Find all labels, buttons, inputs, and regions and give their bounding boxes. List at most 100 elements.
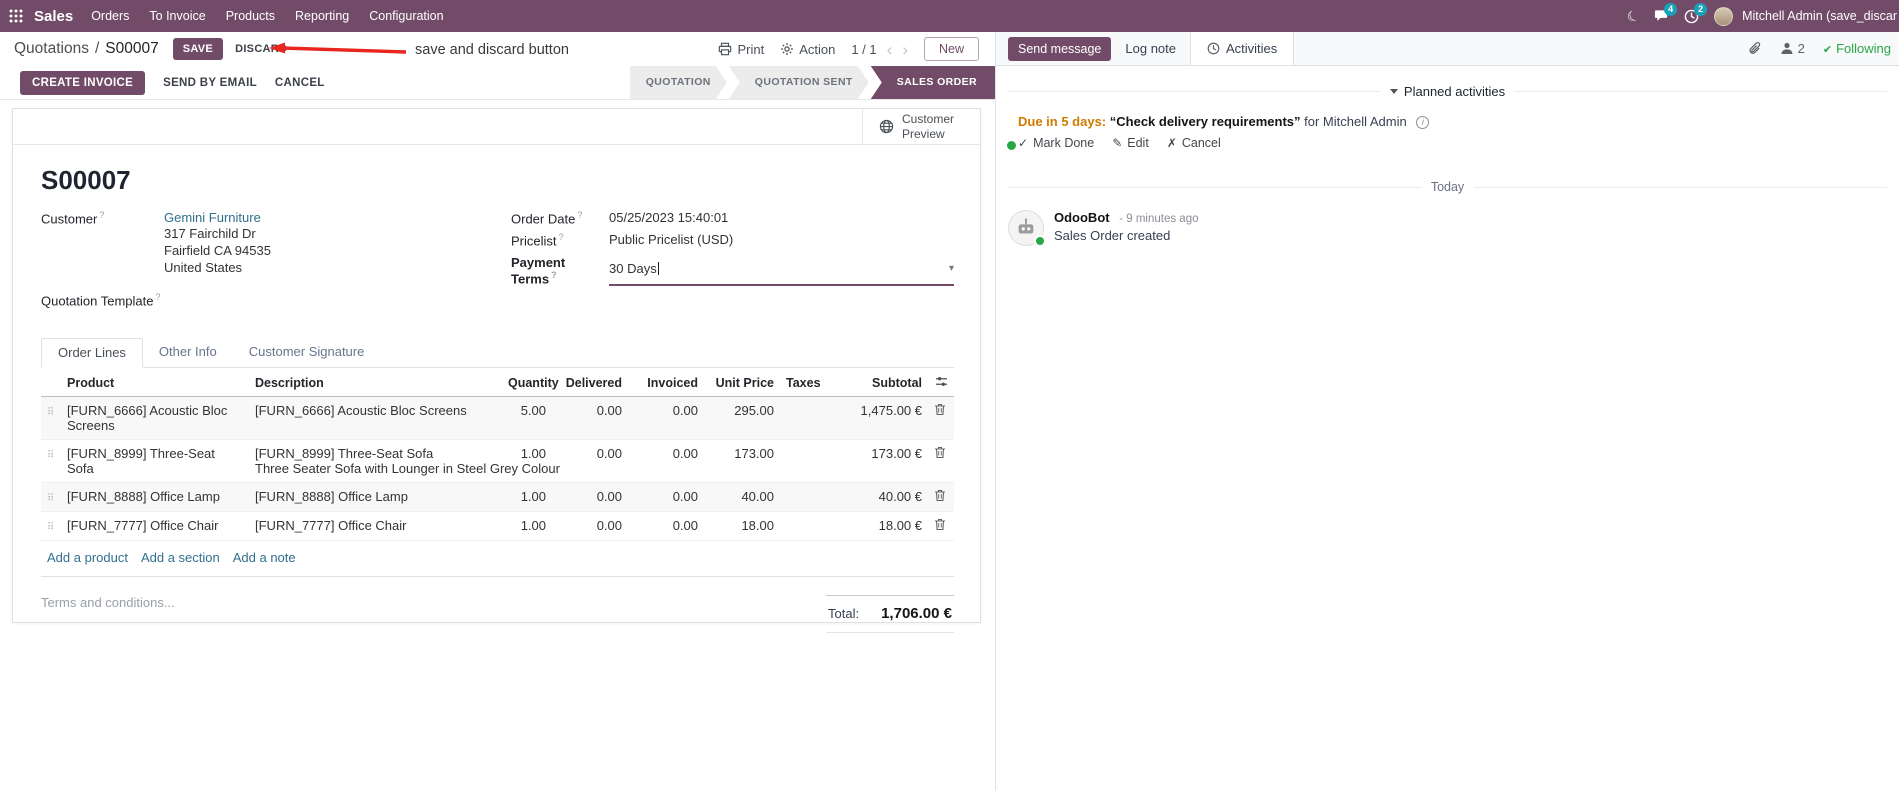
app-name-menu[interactable]: Sales bbox=[32, 8, 81, 25]
delete-row-icon[interactable] bbox=[934, 518, 946, 531]
breadcrumb-quotations[interactable]: Quotations bbox=[14, 40, 89, 58]
activities-tab[interactable]: Activities bbox=[1190, 32, 1295, 65]
add-product-link[interactable]: Add a product bbox=[47, 550, 128, 565]
tab-order-lines[interactable]: Order Lines bbox=[41, 338, 143, 369]
menu-reporting[interactable]: Reporting bbox=[285, 0, 359, 32]
order-date-field[interactable]: 05/25/2023 15:40:01 bbox=[609, 210, 954, 226]
add-note-link[interactable]: Add a note bbox=[233, 550, 296, 565]
cell-description[interactable]: [FURN_7777] Office Chair bbox=[249, 512, 502, 541]
drag-handle-icon[interactable] bbox=[47, 407, 54, 418]
cell-delivered[interactable]: 0.00 bbox=[552, 483, 628, 512]
table-row[interactable]: [FURN_7777] Office Chair [FURN_7777] Off… bbox=[41, 512, 954, 541]
cell-delivered[interactable]: 0.00 bbox=[552, 440, 628, 483]
user-avatar[interactable] bbox=[1714, 6, 1734, 26]
drag-handle-icon[interactable] bbox=[47, 522, 54, 533]
cell-unit-price[interactable]: 173.00 bbox=[704, 440, 780, 483]
cancel-order-button[interactable]: CANCEL bbox=[275, 77, 325, 89]
status-quotation[interactable]: QUOTATION bbox=[630, 66, 727, 99]
customer-link[interactable]: Gemini Furniture bbox=[164, 210, 261, 225]
terms-and-conditions-field[interactable]: Terms and conditions... bbox=[41, 595, 175, 633]
followers-button[interactable]: 2 bbox=[1780, 41, 1805, 56]
table-row[interactable]: [FURN_8888] Office Lamp [FURN_8888] Offi… bbox=[41, 482, 954, 512]
cell-quantity[interactable]: 1.00 bbox=[502, 483, 552, 512]
cell-product[interactable]: [FURN_7777] Office Chair bbox=[61, 512, 249, 541]
payment-terms-field[interactable]: 30 Days ▾ bbox=[609, 255, 954, 286]
info-icon[interactable] bbox=[1416, 116, 1430, 130]
edit-activity-button[interactable]: Edit bbox=[1112, 136, 1149, 150]
cell-invoiced[interactable]: 0.00 bbox=[628, 397, 704, 440]
planned-activities-toggle[interactable]: Planned activities bbox=[1389, 84, 1505, 99]
cell-taxes[interactable] bbox=[780, 397, 838, 440]
pricelist-field[interactable]: Public Pricelist (USD) bbox=[609, 232, 954, 248]
delete-row-icon[interactable] bbox=[934, 489, 946, 502]
drag-handle-icon[interactable] bbox=[47, 450, 54, 461]
cell-delivered[interactable]: 0.00 bbox=[552, 397, 628, 440]
pager-previous-icon[interactable] bbox=[887, 41, 893, 58]
column-description[interactable]: Description bbox=[249, 370, 502, 398]
cell-unit-price[interactable]: 295.00 bbox=[704, 397, 780, 440]
table-row[interactable]: [FURN_8999] Three-Seat Sofa [FURN_8999] … bbox=[41, 440, 954, 483]
drag-handle-icon[interactable] bbox=[47, 493, 54, 504]
apps-grid-icon[interactable] bbox=[0, 0, 32, 32]
print-button[interactable]: Print bbox=[718, 42, 764, 57]
new-button[interactable]: New bbox=[923, 37, 979, 61]
cell-invoiced[interactable]: 0.00 bbox=[628, 483, 704, 512]
customer-preview-button[interactable]: Customer Preview bbox=[862, 109, 980, 144]
status-quotation-sent[interactable]: QUOTATION SENT bbox=[729, 66, 869, 99]
cell-invoiced[interactable]: 0.00 bbox=[628, 440, 704, 483]
create-invoice-button[interactable]: CREATE INVOICE bbox=[20, 70, 146, 95]
dark-mode-icon[interactable] bbox=[1627, 8, 1640, 25]
table-row[interactable]: [FURN_6666] Acoustic Bloc Screens [FURN_… bbox=[41, 396, 954, 440]
cancel-activity-button[interactable]: Cancel bbox=[1167, 136, 1221, 150]
log-note-button[interactable]: Log note bbox=[1125, 41, 1176, 56]
status-sales-order[interactable]: SALES ORDER bbox=[870, 66, 995, 99]
send-by-email-button[interactable]: SEND BY EMAIL bbox=[163, 77, 257, 89]
action-button[interactable]: Action bbox=[780, 42, 835, 57]
messages-icon[interactable]: 4 bbox=[1654, 3, 1678, 23]
save-button[interactable]: SAVE bbox=[172, 38, 224, 60]
cell-unit-price[interactable]: 40.00 bbox=[704, 483, 780, 512]
pager-next-icon[interactable] bbox=[902, 41, 908, 58]
cell-product[interactable]: [FURN_8888] Office Lamp bbox=[61, 483, 249, 512]
menu-configuration[interactable]: Configuration bbox=[359, 0, 453, 32]
discard-button[interactable]: DISCARD bbox=[235, 43, 287, 55]
tab-customer-signature[interactable]: Customer Signature bbox=[233, 338, 381, 367]
cell-delivered[interactable]: 0.00 bbox=[552, 512, 628, 541]
column-invoiced[interactable]: Invoiced bbox=[628, 370, 704, 398]
column-delivered[interactable]: Delivered bbox=[552, 370, 628, 398]
attachments-button[interactable] bbox=[1748, 41, 1762, 56]
column-unit-price[interactable]: Unit Price bbox=[704, 370, 780, 398]
add-section-link[interactable]: Add a section bbox=[141, 550, 220, 565]
cell-unit-price[interactable]: 18.00 bbox=[704, 512, 780, 541]
following-button[interactable]: Following bbox=[1823, 41, 1891, 56]
cell-quantity[interactable]: 1.00 bbox=[502, 512, 552, 541]
quotation-template-field[interactable] bbox=[164, 292, 511, 308]
cell-description[interactable]: [FURN_6666] Acoustic Bloc Screens bbox=[249, 397, 502, 440]
tab-other-info[interactable]: Other Info bbox=[143, 338, 233, 367]
cell-taxes[interactable] bbox=[780, 440, 838, 483]
menu-to-invoice[interactable]: To Invoice bbox=[139, 0, 215, 32]
optional-columns-button[interactable] bbox=[928, 370, 954, 398]
cell-product[interactable]: [FURN_6666] Acoustic Bloc Screens bbox=[61, 397, 249, 440]
cell-description[interactable]: [FURN_8999] Three-Seat Sofa Three Seater … bbox=[249, 440, 560, 483]
column-product[interactable]: Product bbox=[61, 370, 249, 398]
cell-description[interactable]: [FURN_8888] Office Lamp bbox=[249, 483, 502, 512]
cell-taxes[interactable] bbox=[780, 512, 838, 541]
menu-orders[interactable]: Orders bbox=[81, 0, 139, 32]
cell-quantity[interactable]: 5.00 bbox=[502, 397, 552, 440]
column-subtotal[interactable]: Subtotal bbox=[838, 370, 928, 398]
menu-products[interactable]: Products bbox=[216, 0, 285, 32]
cell-taxes[interactable] bbox=[780, 483, 838, 512]
column-taxes[interactable]: Taxes bbox=[780, 370, 838, 398]
column-quantity[interactable]: Quantity bbox=[502, 370, 559, 398]
total-label: Total: bbox=[828, 606, 860, 622]
send-message-button[interactable]: Send message bbox=[1008, 36, 1112, 61]
delete-row-icon[interactable] bbox=[934, 446, 946, 459]
delete-row-icon[interactable] bbox=[934, 403, 946, 416]
cell-invoiced[interactable]: 0.00 bbox=[628, 512, 704, 541]
dropdown-caret-icon[interactable]: ▾ bbox=[949, 263, 954, 274]
activities-clock-icon[interactable]: 2 bbox=[1684, 2, 1708, 24]
mark-done-button[interactable]: Mark Done bbox=[1018, 136, 1094, 150]
user-menu[interactable]: Mitchell Admin (save_discar bbox=[1742, 9, 1897, 23]
cell-product[interactable]: [FURN_8999] Three-Seat Sofa bbox=[61, 440, 249, 483]
